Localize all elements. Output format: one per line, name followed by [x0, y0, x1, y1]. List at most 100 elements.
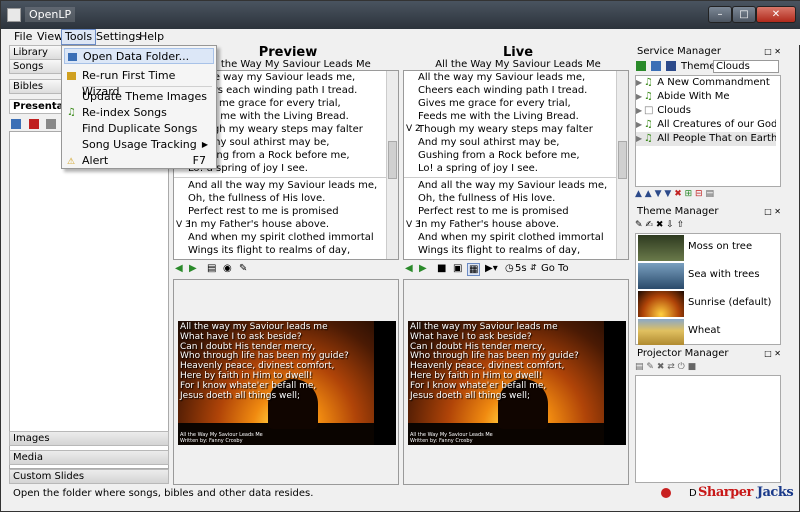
menu-item-song-usage-tracking[interactable]: Song Usage Tracking ▶: [64, 137, 214, 153]
service-item[interactable]: ▶ ♫ Abide With Me: [636, 90, 776, 104]
live-screen: All the way my Saviour leads me What hav…: [403, 279, 629, 485]
delete-projector-icon[interactable]: ✖: [657, 362, 665, 372]
service-item[interactable]: ▶♫ All Creatures of our God an...: [636, 118, 776, 132]
new-theme-icon[interactable]: ✎: [635, 220, 643, 230]
delete-icon[interactable]: [28, 119, 39, 129]
go-to-button[interactable]: Go To: [541, 263, 569, 274]
theme-select[interactable]: Clouds: [713, 60, 779, 73]
theme-item[interactable]: Moss on tree: [636, 234, 776, 262]
previous-slide-icon[interactable]: ◀: [405, 263, 413, 274]
play-slides-icon[interactable]: ▶▾: [485, 263, 498, 274]
projector-toolbar: ▤ ✎ ✖ ⇄ ⏻ ■: [635, 362, 781, 374]
theme-list[interactable]: Moss on tree Sea with trees Sunrise (def…: [635, 233, 781, 345]
scroll-thumb[interactable]: [618, 141, 627, 179]
library-tab-images[interactable]: Images: [9, 431, 169, 446]
theme-item[interactable]: Sea with trees: [636, 262, 776, 290]
menu-item-open-data-folder[interactable]: Open Data Folder...: [64, 48, 214, 64]
dock-controls-icon[interactable]: □ ✕: [764, 45, 781, 58]
song-icon: ♫: [644, 91, 653, 102]
blank-icon[interactable]: ■: [688, 362, 697, 372]
live-verse-3[interactable]: V 3 And all the way my Saviour leads me,…: [404, 179, 616, 257]
delay-value[interactable]: 5s: [515, 263, 527, 274]
verse-line: Oh, the fullness of His love.: [418, 193, 556, 204]
menu-help[interactable]: Help: [136, 30, 167, 43]
add-projector-icon[interactable]: ▤: [635, 362, 644, 372]
live-toolbar: ◀ ▶ ■ ▣ ▦ ▶▾ ◷ 5s ⇵ Go To: [403, 261, 629, 277]
blank-screen-icon[interactable]: ■: [437, 263, 446, 274]
delete-theme-icon[interactable]: ✖: [656, 220, 664, 230]
verse-line: And my soul athirst may be,: [418, 137, 560, 148]
move-top-icon[interactable]: ▲: [635, 189, 642, 199]
live-verse-2[interactable]: V 2 All the way my Saviour leads me, Che…: [404, 71, 616, 175]
delay-icon[interactable]: ◷: [505, 263, 514, 274]
library-tab-custom-slides[interactable]: Custom Slides: [9, 469, 169, 484]
projector-list[interactable]: [635, 375, 781, 483]
theme-thumbnail: [638, 235, 684, 261]
stop-icon[interactable]: [661, 488, 671, 498]
delete-item-icon[interactable]: ✖: [674, 189, 682, 199]
verse-label: V 2: [406, 124, 421, 134]
connect-icon[interactable]: ⇄: [667, 362, 675, 372]
dock-controls-icon[interactable]: □ ✕: [764, 347, 781, 360]
theme-item[interactable]: Sunrise (default): [636, 290, 776, 318]
next-slide-icon[interactable]: ▶: [189, 263, 197, 274]
minimize-button[interactable]: –: [708, 6, 732, 23]
go-live-icon[interactable]: ◉: [223, 263, 232, 274]
menu-item-alert[interactable]: ⚠ Alert F7: [64, 153, 214, 169]
service-item[interactable]: ▶♫ All People That on Earth Do ...: [636, 132, 776, 146]
live-song-title: All the Way My Saviour Leads Me: [435, 59, 601, 70]
move-up-icon[interactable]: ▲: [645, 189, 652, 199]
move-bottom-icon[interactable]: ▼: [664, 189, 671, 199]
theme-name: Sea with trees: [688, 269, 760, 280]
close-button[interactable]: ✕: [756, 6, 796, 23]
desktop-screen-icon[interactable]: ▦: [467, 263, 481, 276]
service-item[interactable]: ▶ ♫ A New Commandment: [636, 76, 776, 90]
export-theme-icon[interactable]: ⇧: [677, 220, 685, 230]
import-theme-icon[interactable]: ⇩: [666, 220, 674, 230]
verse-line: Oh, the fullness of His love.: [188, 193, 326, 204]
next-slide-icon[interactable]: ▶: [419, 263, 427, 274]
collapse-icon[interactable]: ⊟: [695, 189, 703, 199]
theme-item[interactable]: Wheat: [636, 318, 776, 346]
move-down-icon[interactable]: ▼: [655, 189, 662, 199]
menu-item-update-theme-images[interactable]: Update Theme Images: [64, 89, 214, 105]
presentations-list[interactable]: [9, 131, 169, 469]
edit-icon[interactable]: ✎: [239, 263, 247, 274]
preview-scrollbar[interactable]: [386, 71, 398, 259]
power-icon[interactable]: ⏻: [678, 362, 685, 372]
open-service-icon[interactable]: [651, 61, 662, 71]
new-service-icon[interactable]: [636, 61, 646, 71]
add-to-service-icon[interactable]: ▤: [207, 263, 216, 274]
dock-controls-icon[interactable]: □ ✕: [764, 205, 781, 218]
verse-line: Cheers each winding path I tread.: [418, 85, 588, 96]
menu-item-rerun-wizard[interactable]: Re-run First Time Wizard: [64, 68, 214, 98]
service-item[interactable]: ▶ □ Clouds: [636, 104, 776, 118]
library-tab-media[interactable]: Media: [9, 450, 169, 465]
load-icon[interactable]: [11, 119, 21, 129]
previous-slide-icon[interactable]: ◀: [175, 263, 183, 274]
maximize-button[interactable]: □: [732, 6, 756, 23]
delay-spinner-icon[interactable]: ⇵: [530, 263, 537, 272]
theme-manager-header: Theme Manager □ ✕: [633, 205, 783, 219]
theme-screen-icon[interactable]: ▣: [453, 263, 462, 274]
expand-icon[interactable]: ⊞: [685, 189, 693, 199]
live-scrollbar[interactable]: [616, 71, 628, 259]
scroll-thumb[interactable]: [388, 141, 397, 179]
live-verse-list[interactable]: V 2 All the way my Saviour leads me, Che…: [403, 70, 629, 260]
menu-item-find-duplicate-songs[interactable]: Find Duplicate Songs: [64, 121, 214, 137]
edit-projector-icon[interactable]: ✎: [646, 362, 654, 372]
alert-icon: ⚠: [67, 157, 76, 167]
menu-item-reindex-songs[interactable]: ♫ Re-index Songs: [64, 105, 214, 121]
save-service-icon[interactable]: [666, 61, 677, 71]
menu-file[interactable]: File: [11, 30, 35, 43]
edit-theme-icon[interactable]: ✍: [645, 220, 653, 230]
watermark-part1: Sharper: [698, 485, 753, 500]
song-icon: ♫: [644, 133, 653, 144]
live-slide-image: All the way my Saviour leads me What hav…: [408, 321, 626, 445]
verse-label: V 3: [406, 220, 421, 230]
preview-icon[interactable]: [46, 119, 56, 129]
service-list[interactable]: ▶ ♫ A New Commandment ▶ ♫ Abide With Me ▶ □…: [635, 75, 781, 187]
menu-tools[interactable]: Tools: [61, 29, 97, 45]
preview-verse-3[interactable]: V 3 And all the way my Saviour leads me,…: [174, 179, 386, 257]
go-live-icon[interactable]: ▤: [705, 189, 714, 199]
